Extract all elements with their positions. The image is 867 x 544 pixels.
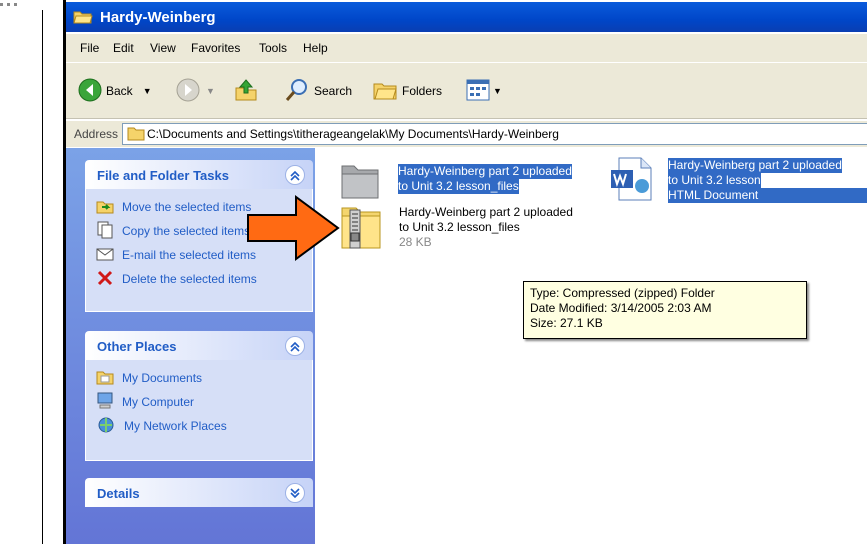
toolbar: Back ▼ ▼ Search Folders ▼ [66, 63, 867, 119]
task-email-label: E-mail the selected items [122, 248, 257, 262]
place-my-computer-label: My Computer [122, 395, 195, 409]
back-dropdown-icon[interactable]: ▼ [143, 86, 152, 96]
tooltip-date-modified: Date Modified: 3/14/2005 2:03 AM [530, 301, 712, 315]
html-doc-name-line2[interactable]: to Unit 3.2 lesson [668, 173, 761, 188]
email-icon [96, 246, 114, 265]
task-delete[interactable]: Delete the selected items [86, 267, 312, 291]
address-label: Address [74, 127, 119, 141]
back-button[interactable]: Back ▼ [78, 77, 152, 105]
other-places-body: My Documents My Computer My Network Plac… [85, 360, 313, 461]
move-icon [96, 198, 114, 217]
window-title: Hardy-Weinberg [100, 9, 216, 26]
title-bar[interactable]: Hardy-Weinberg [66, 2, 867, 32]
task-delete-label: Delete the selected items [122, 272, 257, 286]
place-my-documents[interactable]: My Documents [86, 366, 312, 390]
details-panel: Details [85, 478, 313, 507]
folders-label: Folders [402, 84, 443, 98]
search-icon [284, 77, 310, 106]
search-label: Search [314, 84, 353, 98]
menu-bar: File Edit View Favorites Tools Help [66, 34, 867, 63]
collapse-chevron-icon[interactable] [285, 165, 305, 185]
zip-folder-item[interactable] [340, 202, 382, 253]
my-network-places-icon [96, 416, 116, 437]
zip-name-line2[interactable]: to Unit 3.2 lesson_files [399, 220, 520, 235]
menu-favorites[interactable]: Favorites [191, 41, 240, 55]
place-my-network-places-label: My Network Places [124, 419, 227, 433]
tooltip-type: Type: Compressed (zipped) Folder [530, 286, 715, 300]
other-places-title: Other Places [97, 339, 177, 354]
folders-button[interactable]: Folders [372, 77, 442, 105]
menu-view[interactable]: View [150, 41, 176, 55]
forward-button[interactable]: ▼ [176, 77, 215, 105]
up-folder-button[interactable] [234, 77, 258, 105]
my-documents-icon [96, 369, 114, 388]
folder-name-line1[interactable]: Hardy-Weinberg part 2 uploaded [398, 164, 572, 179]
task-copy-label: Copy the selected items [122, 224, 251, 238]
zip-name-line1[interactable]: Hardy-Weinberg part 2 uploaded [399, 205, 573, 220]
details-title: Details [97, 486, 140, 501]
details-header[interactable]: Details [85, 478, 313, 507]
menu-tools[interactable]: Tools [259, 41, 287, 55]
folder-item[interactable] [340, 160, 380, 203]
up-folder-icon [234, 78, 258, 105]
place-my-documents-label: My Documents [122, 371, 203, 385]
file-info-tooltip: Type: Compressed (zipped) Folder Date Mo… [523, 281, 807, 339]
address-path: C:\Documents and Settings\titherageangel… [147, 127, 559, 141]
folder-open-icon [73, 9, 93, 28]
my-computer-icon [96, 392, 114, 413]
zip-size: 28 KB [399, 235, 432, 249]
orange-pointer-arrow-icon [246, 193, 342, 266]
menu-edit[interactable]: Edit [113, 41, 134, 55]
place-my-computer[interactable]: My Computer [86, 390, 312, 414]
file-list-area: Hardy-Weinberg part 2 uploaded to Unit 3… [315, 148, 867, 544]
folder-name-line2[interactable]: to Unit 3.2 lesson_files [398, 179, 519, 194]
collapse-chevron-icon[interactable] [285, 336, 305, 356]
folder-icon [340, 165, 380, 203]
html-doc-type: HTML Document [668, 188, 867, 203]
views-icon [466, 79, 490, 104]
html-doc-name-line1[interactable]: Hardy-Weinberg part 2 uploaded [668, 158, 842, 173]
menu-file[interactable]: File [80, 41, 99, 55]
views-button[interactable]: ▼ [466, 77, 502, 105]
html-doc-item[interactable] [609, 156, 655, 205]
place-my-network-places[interactable]: My Network Places [86, 414, 312, 438]
task-move-label: Move the selected items [122, 200, 252, 214]
zipped-folder-icon [340, 207, 382, 253]
address-bar: Address C:\Documents and Settings\tither… [66, 120, 867, 147]
forward-arrow-icon [176, 78, 200, 105]
menu-help[interactable]: Help [303, 41, 328, 55]
delete-icon [96, 270, 114, 289]
background-ruler-mark [0, 0, 22, 10]
other-places-panel: Other Places My Documents My Computer My… [85, 331, 313, 461]
other-places-header[interactable]: Other Places [85, 331, 313, 360]
explorer-window: Hardy-Weinberg File Edit View Favorites … [66, 0, 867, 544]
back-label: Back [106, 84, 133, 98]
file-folder-tasks-header[interactable]: File and Folder Tasks [85, 160, 313, 189]
forward-dropdown-icon[interactable]: ▼ [206, 86, 215, 96]
document-margin-line [42, 10, 43, 544]
expand-chevron-icon[interactable] [285, 483, 305, 503]
copy-icon [96, 221, 114, 242]
folders-icon [372, 78, 398, 105]
file-folder-tasks-title: File and Folder Tasks [97, 168, 229, 183]
back-arrow-icon [78, 78, 102, 105]
views-dropdown-icon[interactable]: ▼ [493, 86, 502, 96]
address-folder-icon [127, 126, 145, 144]
address-field[interactable]: C:\Documents and Settings\titherageangel… [122, 123, 867, 145]
search-button[interactable]: Search [284, 77, 352, 105]
background-document-strip [0, 0, 66, 544]
tooltip-size: Size: 27.1 KB [530, 316, 603, 330]
word-document-icon [609, 157, 655, 205]
